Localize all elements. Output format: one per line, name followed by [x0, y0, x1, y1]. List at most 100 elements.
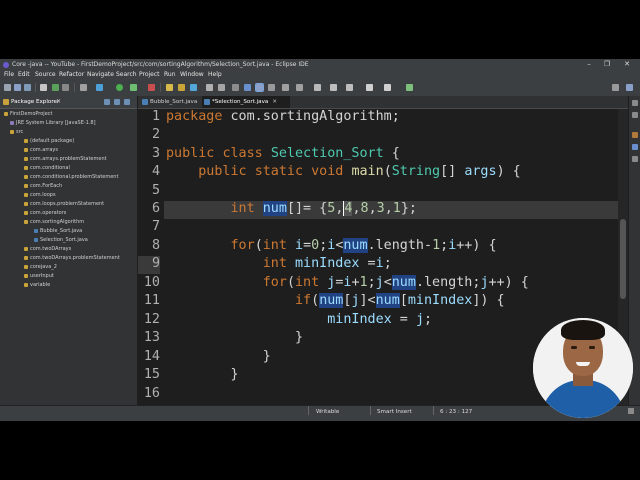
terminal-icon[interactable] — [80, 84, 87, 91]
tree-item-src[interactable]: src — [10, 128, 23, 137]
tree-item-package[interactable]: com.loops — [24, 191, 56, 200]
tree-item-package[interactable]: com.conditional.problemStatement — [24, 173, 118, 182]
maximize-button[interactable]: ❐ — [602, 59, 612, 70]
tree-item-package[interactable]: corejava_2 — [24, 263, 57, 272]
save-icon[interactable] — [14, 84, 21, 91]
task-list-icon[interactable] — [632, 144, 638, 150]
menu-refactor[interactable]: Refactor — [59, 70, 84, 80]
folder-icon — [10, 129, 14, 134]
outline-icon[interactable] — [632, 132, 638, 138]
last-edit-icon[interactable] — [314, 84, 321, 91]
tab-selection-sort[interactable]: *Selection_Sort.java ✕ — [202, 96, 290, 108]
close-tab-icon[interactable]: ✕ — [272, 99, 277, 105]
tree-item-package[interactable]: com.conditional — [24, 164, 70, 173]
package-icon — [24, 138, 28, 143]
package-icon — [24, 165, 28, 170]
view-menu-icon[interactable] — [124, 99, 130, 105]
previous-annotation-icon[interactable] — [296, 84, 303, 91]
main-toolbar — [0, 80, 640, 97]
tree-item-package[interactable]: com.operators — [24, 209, 66, 218]
new-file-icon[interactable] — [4, 84, 11, 91]
open-type-icon[interactable] — [206, 84, 213, 91]
code-line: package com.sortingAlgorithm; — [166, 109, 400, 124]
status-writable: Writable — [316, 409, 340, 415]
print-icon[interactable] — [40, 84, 47, 91]
minimize-view-icon[interactable] — [632, 100, 638, 106]
close-window-button[interactable]: ✕ — [622, 59, 632, 70]
package-icon — [24, 255, 28, 260]
toggle-mark-occurrences-icon[interactable] — [232, 84, 239, 91]
search-icon[interactable] — [218, 84, 225, 91]
tree-item-file[interactable]: Selection_Sort.java — [34, 236, 88, 245]
block-selection-icon[interactable] — [244, 84, 251, 91]
scroll-thumb[interactable] — [620, 219, 626, 299]
tree-item-package[interactable]: com.twoDArrays.problemStatement — [24, 254, 120, 263]
tree-item-package[interactable]: com.arrays — [24, 146, 58, 155]
package-icon — [24, 192, 28, 197]
menu-search[interactable]: Search — [116, 70, 137, 80]
tree-item-package[interactable]: userInput — [24, 272, 54, 281]
show-whitespace-icon[interactable] — [268, 84, 275, 91]
tree-item-package[interactable]: com.twoDArrays — [24, 245, 71, 254]
status-divider — [308, 406, 309, 415]
tree-item-jre[interactable]: JRE System Library [JavaSE-1.8] — [10, 119, 96, 128]
forward-icon[interactable] — [346, 84, 353, 91]
word-wrap-icon[interactable] — [255, 83, 264, 92]
menu-navigate[interactable]: Navigate — [87, 70, 114, 80]
minimize-button[interactable]: – — [584, 59, 594, 70]
menu-window[interactable]: Window — [180, 70, 204, 80]
package-explorer-icon — [3, 99, 9, 105]
back-icon[interactable] — [330, 84, 337, 91]
skip-breakpoints-icon[interactable] — [62, 84, 69, 91]
maximize-view-icon[interactable] — [632, 112, 638, 118]
perspective-icon[interactable] — [626, 84, 633, 91]
package-icon — [24, 183, 28, 188]
search-toolbar-icon[interactable] — [612, 84, 619, 91]
package-explorer-tab[interactable]: Package Explorer ✕ — [0, 96, 137, 109]
menu-edit[interactable]: Edit — [18, 70, 30, 80]
external-tools-icon[interactable] — [96, 84, 103, 91]
problems-icon[interactable] — [632, 156, 638, 162]
run-icon[interactable] — [116, 84, 123, 91]
eclipse-logo-icon — [3, 62, 9, 68]
close-panel-icon[interactable]: ✕ — [56, 96, 61, 108]
menu-file[interactable]: File — [4, 70, 14, 80]
code-line: } — [166, 330, 304, 345]
toolbar-separator — [35, 83, 36, 92]
tree-item-file[interactable]: Bubble_Sort.java — [34, 227, 82, 236]
line-number: 9 — [151, 256, 160, 271]
menu-run[interactable]: Run — [164, 70, 176, 80]
code-line: int minIndex =i; — [262, 256, 392, 271]
tree-item-package[interactable]: com.arrays.problemStatement — [24, 155, 107, 164]
line-number: 1 — [151, 109, 160, 124]
tree-item-package[interactable]: com.ForEach — [24, 182, 62, 191]
status-divider — [433, 406, 434, 415]
tree-item-project[interactable]: FirstDemoProject — [4, 110, 53, 119]
tree-item-package[interactable]: (default package) — [24, 137, 74, 146]
line-number: 10 — [143, 275, 160, 290]
tree-item-package[interactable]: variable — [24, 281, 50, 290]
next-annotation-icon[interactable] — [282, 84, 289, 91]
tree-item-package[interactable]: com.sortingAlgorithm — [24, 218, 84, 227]
new-class-icon[interactable] — [190, 84, 197, 91]
package-icon — [24, 219, 28, 224]
save-all-icon[interactable] — [24, 84, 31, 91]
menu-help[interactable]: Help — [208, 70, 222, 80]
pin-editor-icon[interactable] — [406, 84, 413, 91]
back-arrow-icon[interactable] — [366, 84, 373, 91]
link-editor-icon[interactable] — [114, 99, 120, 105]
stop-icon[interactable] — [148, 84, 155, 91]
new-java-project-icon[interactable] — [166, 84, 173, 91]
status-divider — [370, 406, 371, 415]
run-coverage-icon[interactable] — [130, 84, 137, 91]
new-package-icon[interactable] — [178, 84, 185, 91]
debug-icon[interactable] — [52, 84, 59, 91]
menu-project[interactable]: Project — [139, 70, 160, 80]
menu-source[interactable]: Source — [35, 70, 56, 80]
collapse-all-icon[interactable] — [104, 99, 110, 105]
java-file-icon — [204, 99, 210, 105]
package-icon — [24, 201, 28, 206]
tab-bubble-sort[interactable]: Bubble_Sort.java — [140, 96, 208, 108]
tree-item-package[interactable]: com.loops.problemStatement — [24, 200, 104, 209]
forward-arrow-icon[interactable] — [384, 84, 391, 91]
